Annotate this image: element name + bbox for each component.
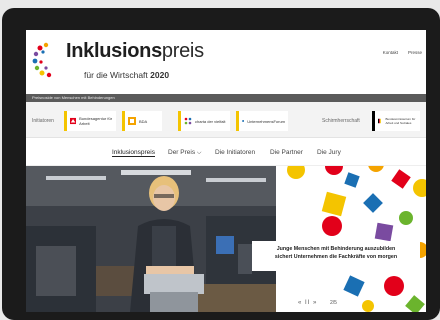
unternehmensforum-icon: [242, 120, 245, 122]
federal-eagle-icon: [378, 118, 381, 124]
partner-logo-text: UnternehmensForum: [247, 118, 285, 124]
logo-subtitle: für die Wirtschaft 2020: [84, 70, 169, 80]
partner-logo-unternehmensforum[interactable]: UnternehmensForum: [236, 111, 288, 131]
nav-die-jury[interactable]: Die Jury: [317, 149, 341, 156]
caption-line-2: sichert Unternehmen die Fachkräfte von m…: [274, 254, 398, 260]
logo-title-rest: preis: [161, 40, 204, 62]
partner-strip: Initiatoren Bundesagentur für Arbeit BDA…: [26, 102, 426, 138]
link-kontakt[interactable]: Kontakt: [383, 50, 398, 55]
chevron-down-icon: ⌵: [196, 150, 202, 156]
nav-inklusionspreis[interactable]: Inklusionspreis: [112, 149, 155, 156]
logo-subtitle-text: für die Wirtschaft: [84, 70, 148, 80]
slide-counter: 2/5: [330, 300, 337, 306]
decorative-shapes: [276, 166, 426, 312]
logo-year: 2020: [150, 70, 170, 80]
link-presse[interactable]: Presse: [408, 50, 422, 55]
partner-logo-text: charta der vielfalt: [195, 118, 226, 124]
initiators-label: Initiatoren: [32, 118, 54, 124]
hero-caption: Junge Menschen mit Behinderung auszubild…: [252, 241, 420, 271]
main-navigation: Inklusionspreis Der Preis ⌵ Die Initiato…: [26, 138, 426, 166]
partner-logo-arbeitsagentur[interactable]: Bundesagentur für Arbeit: [64, 111, 116, 131]
partner-logo-text: Bundesministerium für Arbeit und Soziale…: [385, 117, 416, 125]
caption-line-1: Junge Menschen mit Behinderung auszubild…: [276, 246, 396, 252]
confetti-icon: [287, 166, 426, 312]
charta-icon: [184, 117, 192, 125]
bda-icon: [128, 117, 136, 125]
logo-dots-icon: [32, 42, 52, 78]
arbeitsagentur-icon: [70, 117, 77, 125]
partner-logo-text: BDA: [139, 118, 148, 124]
nav-die-initiatoren[interactable]: Die Initiatoren: [215, 149, 255, 156]
nav-der-preis-label: Der Preis: [168, 149, 196, 156]
slider-controls[interactable]: « II » 2/5: [298, 300, 337, 306]
partner-logo-bmas[interactable]: Bundesministerium für Arbeit und Soziale…: [372, 111, 420, 131]
browser-viewport: Inklusionspreis für die Wirtschaft 2020 …: [26, 30, 426, 312]
partner-logo-charta[interactable]: charta der vielfalt: [178, 111, 230, 131]
partner-logo-bda[interactable]: BDA: [122, 111, 162, 131]
slider-nav-icons[interactable]: « II »: [298, 300, 317, 306]
patron-label: Schirmherrschaft: [322, 118, 360, 124]
tagline-bar: Preisnoside von Menschen mit Behinderung…: [26, 94, 426, 102]
nav-der-preis[interactable]: Der Preis ⌵: [168, 149, 201, 157]
top-links: Kontakt Presse: [383, 50, 422, 55]
hero-slider[interactable]: Junge Menschen mit Behinderung auszubild…: [26, 166, 426, 312]
site-header: Inklusionspreis für die Wirtschaft 2020 …: [26, 30, 426, 94]
partner-logo-text: Bundesagentur für Arbeit: [79, 116, 113, 126]
nav-die-partner[interactable]: Die Partner: [270, 149, 303, 156]
logo-title-bold: Inklusions: [66, 40, 162, 62]
hero-photo: [26, 166, 276, 312]
logo-wordmark[interactable]: Inklusionspreis: [66, 40, 204, 63]
tagline-text: Preisnoside von Menschen mit Behinderung…: [32, 95, 115, 100]
